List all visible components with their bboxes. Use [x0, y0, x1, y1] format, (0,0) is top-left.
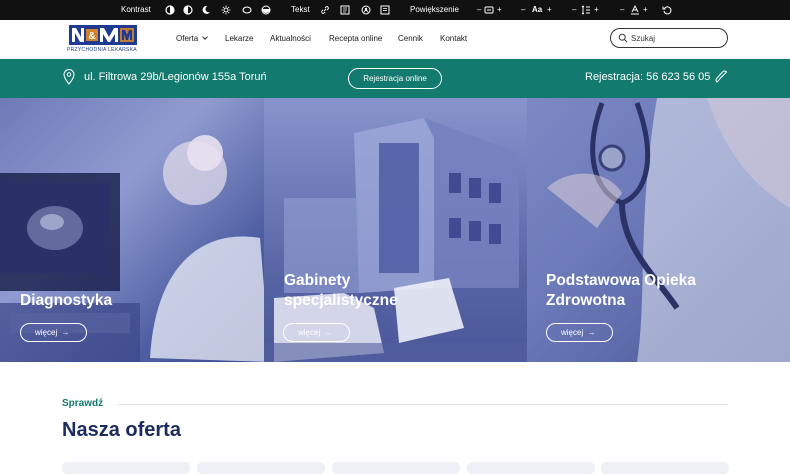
grayscale-icon[interactable]: [242, 5, 252, 15]
more-button[interactable]: więcej →: [283, 323, 350, 342]
chevron-down-icon: [202, 34, 209, 40]
hero-panel-diagnostyka[interactable]: Diagnostyka więcej →: [0, 98, 264, 362]
registration-phone[interactable]: Rejestracja: 56 623 56 05: [585, 71, 710, 83]
nav-kontakt[interactable]: Kontakt: [440, 34, 467, 43]
hero-panel-poz[interactable]: Podstawowa Opieka Zdrowotna więcej →: [527, 98, 790, 362]
arrow-right-icon: →: [585, 328, 596, 337]
letter-spacing-decrease-button[interactable]: –: [620, 0, 624, 20]
offer-card[interactable]: [197, 462, 325, 474]
line-height-decrease-button[interactable]: –: [572, 0, 576, 20]
nav-oferta-label: Oferta: [176, 34, 199, 43]
divider: [118, 404, 728, 405]
line-height-increase-button[interactable]: +: [594, 0, 599, 20]
search-box[interactable]: [610, 28, 728, 48]
more-button-label: więcej: [35, 328, 58, 337]
text-align-icon[interactable]: [380, 5, 390, 15]
letter-spacing-icon: [630, 5, 640, 15]
nav-aktualnosci[interactable]: Aktualności: [270, 34, 311, 43]
hero-panel-title-line1: Podstawowa Opieka: [546, 272, 696, 289]
text-label: Tekst: [291, 5, 310, 14]
nav-lekarze[interactable]: Lekarze: [225, 34, 253, 43]
nav-recepta-online[interactable]: Recepta online: [329, 34, 382, 43]
hero-panels: Diagnostyka więcej → Gabinety specjalist…: [0, 98, 790, 362]
more-button[interactable]: więcej →: [20, 323, 87, 342]
text-reader-icon[interactable]: [361, 5, 371, 15]
accessibility-bar: Kontrast Tekst Powiększenie – + – Aa + –…: [0, 0, 790, 20]
search-icon: [618, 33, 628, 43]
contrast-label: Kontrast: [121, 5, 151, 14]
nav-cennik[interactable]: Cennik: [398, 34, 423, 43]
clinic-address: ul. Filtrowa 29b/Legionów 155a Toruń: [84, 71, 267, 83]
more-button-label: więcej: [561, 328, 584, 337]
zoom-in-button[interactable]: +: [497, 0, 502, 20]
online-registration-button[interactable]: Rejestracja online: [348, 68, 442, 89]
link-icon[interactable]: [320, 5, 330, 15]
info-bar: ul. Filtrowa 29b/Legionów 155a Toruń Rej…: [0, 59, 790, 98]
offer-card[interactable]: [62, 462, 190, 474]
hero-panel-title: Diagnostyka: [20, 292, 113, 309]
line-height-icon: [581, 5, 591, 15]
more-button[interactable]: więcej →: [546, 323, 613, 342]
hero-panel-title-line1: Gabinety: [284, 272, 351, 289]
location-pin-icon: [63, 69, 75, 85]
logo-tagline: PRZYCHODNIA LEKARSKA: [67, 47, 137, 53]
font-size-decrease-button[interactable]: –: [521, 0, 525, 20]
offer-card[interactable]: [601, 462, 729, 474]
zoom-label: Powiększenie: [410, 5, 459, 14]
contrast-invert-icon[interactable]: [165, 5, 175, 15]
page-zoom-icon: [484, 5, 494, 15]
zoom-out-button[interactable]: –: [477, 0, 481, 20]
more-button-label: więcej: [298, 328, 321, 337]
readable-font-icon[interactable]: [340, 5, 350, 15]
hero-panel-title-line2: Zdrowotna: [546, 292, 626, 309]
hero-panel-title-line2: specjalistyczne: [284, 292, 398, 309]
underline-links-icon[interactable]: [261, 5, 271, 15]
offer-card[interactable]: [467, 462, 595, 474]
nav-oferta[interactable]: Oferta: [176, 34, 209, 43]
clinic-logo[interactable]: & PRZYCHODNIA LEKARSKA: [67, 25, 141, 56]
section-title: Nasza oferta: [62, 419, 181, 441]
contrast-high-icon[interactable]: [183, 5, 193, 15]
font-size-label: Aa: [532, 5, 543, 14]
section-eyebrow: Sprawdź: [62, 398, 104, 409]
reset-icon[interactable]: [662, 5, 672, 15]
offer-card[interactable]: [332, 462, 460, 474]
site-header: & PRZYCHODNIA LEKARSKA Oferta Lekarze Ak…: [0, 20, 790, 59]
arrow-right-icon: →: [59, 328, 70, 337]
hero-panel-gabinety[interactable]: Gabinety specjalistyczne więcej →: [264, 98, 527, 362]
arrow-right-icon: →: [322, 328, 333, 337]
light-mode-icon[interactable]: [221, 5, 231, 15]
letter-spacing-increase-button[interactable]: +: [643, 0, 648, 20]
phone-icon[interactable]: [714, 69, 728, 85]
svg-text:&: &: [88, 31, 95, 42]
font-size-increase-button[interactable]: +: [547, 0, 552, 20]
search-input[interactable]: [631, 32, 721, 44]
dark-mode-icon[interactable]: [201, 5, 211, 15]
